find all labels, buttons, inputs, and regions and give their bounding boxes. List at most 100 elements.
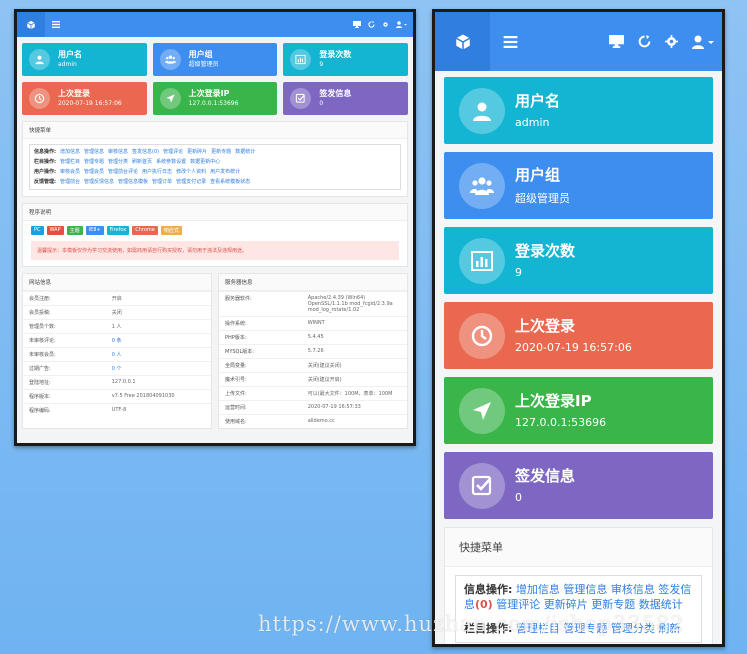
quick-menu-link[interactable]: 管理前台: [60, 177, 80, 187]
quick-menu-link[interactable]: 用户发布统计: [210, 167, 240, 177]
quick-menu-link[interactable]: 签发信息(0): [132, 147, 159, 157]
row-value: alldemo.cc: [301, 414, 407, 428]
quick-menu-link[interactable]: 更新碎片: [187, 147, 207, 157]
browser-badge: 响应式: [160, 226, 182, 235]
stat-card[interactable]: 登录次数 9: [283, 43, 408, 76]
quick-menu-link[interactable]: 管理支付记录: [176, 177, 206, 187]
quick-menu-link[interactable]: 管理订单: [152, 177, 172, 187]
row-key: 管理员个数:: [23, 319, 106, 334]
quick-menu-link[interactable]: 数据更新中心: [190, 157, 220, 167]
quick-menu-link[interactable]: 管理评论: [163, 147, 183, 157]
location-arrow-icon: [166, 94, 175, 103]
quick-menu-link[interactable]: 管理信息: [563, 583, 607, 596]
quick-menu-link[interactable]: 用户执行日志: [142, 167, 172, 177]
monitor-icon[interactable]: [353, 21, 361, 28]
stat-card[interactable]: 签发信息 0: [283, 82, 408, 115]
stat-cards: 用户名 admin 用户组 超级管理员登录次数 9 上次登录 2020-07-19 16:5…: [444, 77, 713, 519]
browser-badge: Chrome: [132, 226, 158, 235]
quick-menu-link[interactable]: 审核会员: [60, 167, 80, 177]
row-value: 开启: [105, 291, 211, 306]
browser-badge: Firefox: [106, 226, 130, 235]
row-key: 操作系统:: [219, 316, 302, 331]
quick-menu-link[interactable]: 系统参数设置: [156, 157, 186, 167]
gear-icon[interactable]: [382, 21, 389, 28]
stat-card-title: 上次登录IP: [188, 89, 230, 98]
quick-menu-row-label: 反馈管理:: [34, 179, 56, 185]
user-menu-icon[interactable]: [396, 21, 407, 28]
stat-card[interactable]: 用户组 超级管理员: [152, 43, 278, 76]
quick-menu-link[interactable]: 审核信息: [108, 147, 128, 157]
stat-card[interactable]: 签发信息 0: [444, 452, 713, 519]
table-row: 魔术引号: 关闭(建议开启): [219, 372, 407, 387]
quick-menu-link[interactable]: 增加信息: [516, 583, 560, 596]
stat-card[interactable]: 上次登录IP 127.0.0.1:53696: [444, 377, 713, 444]
stat-card-icon-circle: [459, 387, 505, 434]
row-value: 0 条: [105, 333, 211, 348]
stat-card[interactable]: 上次登录IP 127.0.0.1:53696: [152, 82, 278, 115]
quick-menu-link[interactable]: 管理信息: [84, 147, 104, 157]
quick-menu-link[interactable]: 管理反馈信息: [84, 177, 114, 187]
clock-icon: [34, 93, 45, 104]
quick-menu-link[interactable]: 刷新首页: [132, 157, 152, 167]
quick-menu-link[interactable]: 修改个人资料: [176, 167, 206, 177]
quick-menu-link[interactable]: 管理前台评论: [108, 167, 138, 177]
stat-card[interactable]: 上次登录 2020-07-19 16:57:06: [22, 82, 147, 115]
quick-menu-link[interactable]: 审核信息: [611, 583, 655, 596]
quick-menu-title: 快捷菜单: [23, 122, 407, 139]
refresh-icon[interactable]: [368, 21, 375, 28]
table-row: 服务器软件: Apache/2.4.39 (Win64) OpenSSL/1.1.…: [219, 291, 407, 317]
quick-menu-link[interactable]: 管理栏目: [60, 157, 80, 167]
logo[interactable]: [17, 12, 45, 37]
stat-card-icon-circle: [159, 49, 181, 70]
row-key: 上传文件:: [219, 386, 302, 401]
quick-menu-link[interactable]: 查看系统模板状态: [210, 177, 250, 187]
refresh-icon[interactable]: [638, 35, 651, 48]
stat-card[interactable]: 登录次数 9: [444, 227, 713, 294]
quick-menu-link[interactable]: 管理会员: [84, 167, 104, 177]
row-value: 关闭(建议开启): [301, 372, 407, 387]
menu-toggle-button[interactable]: [490, 35, 530, 48]
quick-menu-row: 反馈管理: 管理前台 管理反馈信息 管理信息模板 管理订单 管理支付记录 查看系统模板状态: [34, 177, 396, 187]
quick-menu-link[interactable]: 管理分类: [108, 157, 128, 167]
table-row: 会员注册: 开启: [23, 291, 211, 306]
row-key: MYSQL版本:: [219, 344, 302, 359]
stat-card[interactable]: 用户名 admin: [444, 77, 713, 144]
quick-menu-link[interactable]: 更新碎片: [544, 598, 588, 611]
quick-menu-link[interactable]: 管理信息模板: [118, 177, 148, 187]
quick-menu-link[interactable]: 管理专题: [84, 157, 104, 167]
stat-card-value: 2020-07-19 16:57:06: [58, 100, 122, 107]
row-key: PHP版本:: [219, 330, 302, 345]
quick-menu-row: 信息操作: 增加信息 管理信息 审核信息 签发信息(0) 管理评论 更新碎片 更…: [464, 582, 693, 612]
menu-toggle-button[interactable]: [45, 21, 67, 28]
table-row: 管理员个数: 1 人: [23, 319, 211, 334]
row-value: 5.7.26: [301, 344, 407, 359]
quick-menu-title: 快捷菜单: [445, 528, 712, 567]
row-value: 0 个: [105, 361, 211, 376]
quick-menu-link[interactable]: 更新专题: [591, 598, 635, 611]
row-value: 0 人: [105, 347, 211, 362]
stat-card-title: 登录次数: [515, 242, 576, 260]
logo[interactable]: [435, 12, 490, 71]
row-value: v7.5 Free 201804091030: [105, 389, 211, 404]
row-key: 未审核评论:: [23, 333, 106, 348]
quick-menu-link[interactable]: 更新专题: [211, 147, 231, 157]
row-key: 程序版本:: [23, 389, 106, 404]
row-key: 未审核会员:: [23, 347, 106, 362]
row-key: 使用域名:: [219, 414, 302, 428]
monitor-icon[interactable]: [609, 35, 624, 48]
stat-card[interactable]: 用户名 admin: [22, 43, 147, 76]
quick-menu-link[interactable]: 增加信息: [60, 147, 80, 157]
stat-card-value: 9: [515, 266, 522, 279]
row-value: 127.0.0.1: [105, 375, 211, 390]
user-menu-icon[interactable]: [692, 35, 714, 49]
table-row: 过期广告: 0 个: [23, 361, 211, 376]
stat-card[interactable]: 上次登录 2020-07-19 16:57:06: [444, 302, 713, 369]
stat-card[interactable]: 用户组 超级管理员: [444, 152, 713, 219]
clock-icon: [471, 325, 493, 346]
stat-card-title: 上次登录: [58, 89, 90, 98]
quick-menu-link[interactable]: 管理评论: [496, 598, 540, 611]
quick-menu-link[interactable]: 数据统计: [639, 598, 683, 611]
user-icon: [35, 55, 44, 65]
gear-icon[interactable]: [665, 35, 678, 48]
quick-menu-link[interactable]: 数据统计: [235, 147, 255, 157]
